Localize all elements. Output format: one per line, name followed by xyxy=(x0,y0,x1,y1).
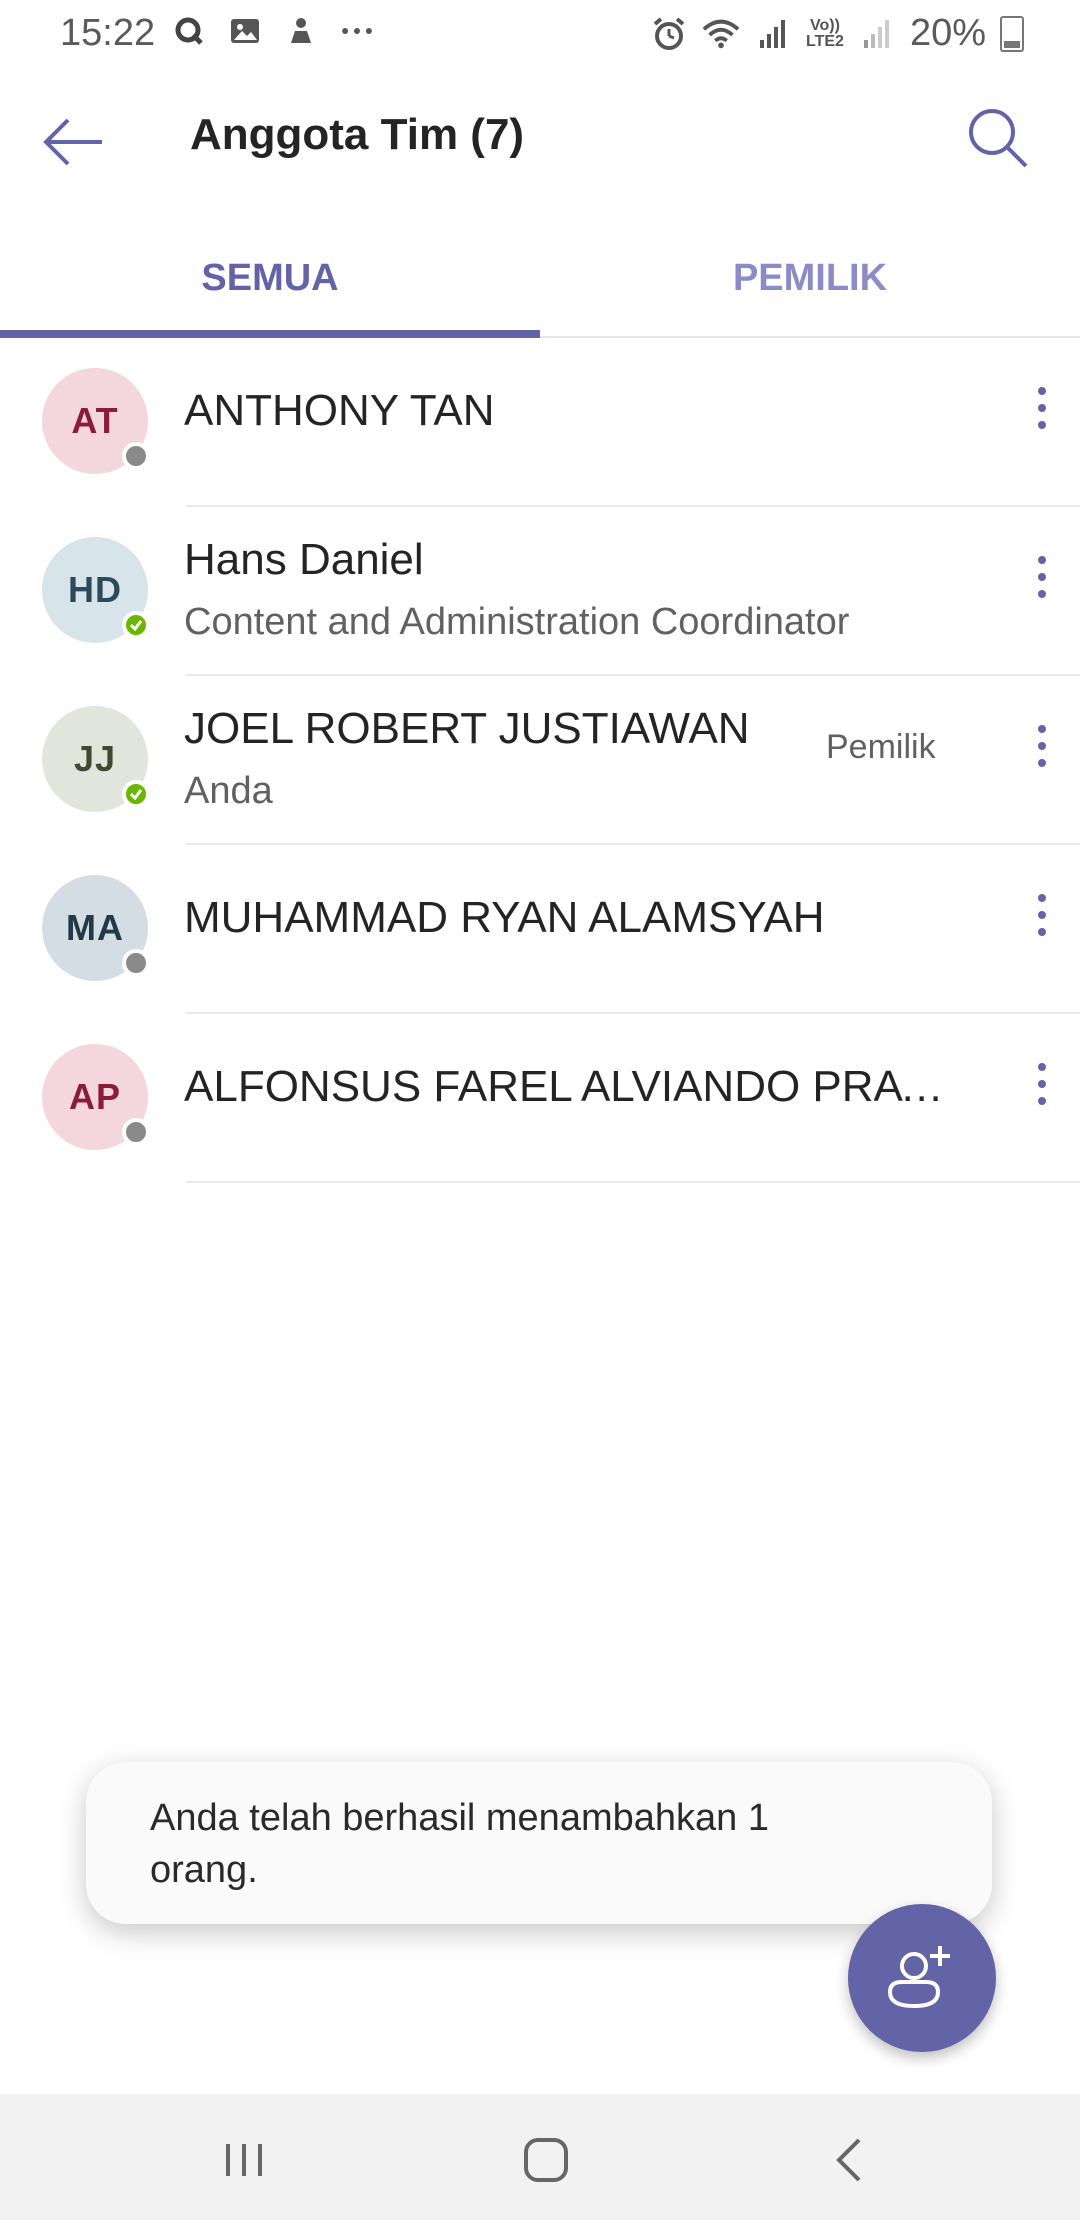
search-icon xyxy=(969,109,1028,168)
gallery-icon xyxy=(228,14,262,48)
presence-available-indicator xyxy=(122,611,150,639)
member-list: AT ANTHONY TAN HD Hans Daniel Content an… xyxy=(0,338,1080,1183)
chevron-left-icon xyxy=(836,2138,861,2182)
more-options-button[interactable] xyxy=(1020,1044,1064,1124)
more-notifications-icon xyxy=(340,14,374,48)
more-vertical-icon-dot xyxy=(1038,421,1046,429)
more-vertical-icon-dot xyxy=(1038,404,1046,412)
home-button[interactable] xyxy=(508,2122,584,2198)
member-row[interactable]: AT ANTHONY TAN xyxy=(0,338,1080,507)
avatar[interactable]: JJ xyxy=(42,706,150,812)
volte-label: Vo)) xyxy=(810,16,840,34)
wifi-icon xyxy=(702,15,740,53)
member-name: ANTHONY TAN xyxy=(184,386,495,435)
avatar[interactable]: HD xyxy=(42,537,150,643)
more-options-button[interactable] xyxy=(1020,706,1064,786)
more-vertical-icon-dot xyxy=(1038,928,1046,936)
member-you-label: Anda xyxy=(184,770,273,812)
battery-level xyxy=(1004,41,1020,48)
toast-message: Anda telah berhasil menambahkan 1 orang. xyxy=(86,1762,992,1924)
lte-label: LTE2 xyxy=(806,32,844,50)
more-options-button[interactable] xyxy=(1020,537,1064,617)
recents-icon xyxy=(226,2144,262,2176)
presence-available-indicator xyxy=(122,780,150,808)
more-vertical-icon-dot xyxy=(1038,742,1046,750)
add-member-button[interactable] xyxy=(848,1904,996,2052)
avatar-initials: AT xyxy=(71,400,119,441)
signal-icon xyxy=(754,15,792,53)
notification-app-icon xyxy=(284,14,318,48)
alarm-icon xyxy=(650,15,688,53)
avatar[interactable]: AT xyxy=(42,368,150,474)
checkmark-icon xyxy=(129,620,143,632)
tab-bar: SEMUA PEMILIK xyxy=(0,222,1080,338)
battery-icon xyxy=(1000,15,1024,52)
tab-all[interactable]: SEMUA xyxy=(0,222,540,334)
more-vertical-icon-dot xyxy=(1038,911,1046,919)
q-app-icon xyxy=(172,14,206,48)
member-row[interactable]: JJ JOEL ROBERT JUSTIAWAN Pemilik Anda xyxy=(0,676,1080,845)
active-tab-indicator xyxy=(0,330,540,338)
more-vertical-icon xyxy=(1038,894,1046,902)
avatar[interactable]: MA xyxy=(42,875,150,981)
system-nav-bar xyxy=(0,2094,1080,2220)
app-header: Anggota Tim (7) xyxy=(0,66,1080,206)
more-vertical-icon-dot xyxy=(1038,573,1046,581)
member-row[interactable]: MA MUHAMMAD RYAN ALAMSYAH xyxy=(0,845,1080,1014)
signal-weak-icon xyxy=(858,15,896,53)
member-row[interactable]: AP ALFONSUS FAREL ALVIANDO PRAT... xyxy=(0,1014,1080,1183)
presence-offline-indicator xyxy=(122,1118,150,1146)
status-left-icons xyxy=(172,14,374,48)
more-vertical-icon xyxy=(1038,725,1046,733)
recent-apps-button[interactable] xyxy=(206,2122,282,2198)
page-title: Anggota Tim (7) xyxy=(190,110,525,159)
toast-line-2: orang. xyxy=(150,1849,258,1891)
more-vertical-icon-dot xyxy=(1038,1080,1046,1088)
back-button[interactable] xyxy=(36,104,112,180)
system-back-button[interactable] xyxy=(810,2122,886,2198)
presence-offline-indicator xyxy=(122,442,150,470)
status-bar: 15:22 Vo)) LTE2 20% xyxy=(0,0,1080,66)
checkmark-icon xyxy=(129,789,143,801)
divider xyxy=(186,1181,1080,1183)
status-time: 15:22 xyxy=(60,12,156,54)
member-row[interactable]: HD Hans Daniel Content and Administratio… xyxy=(0,507,1080,676)
volte-lte-indicator: Vo)) LTE2 xyxy=(806,16,844,50)
more-vertical-icon xyxy=(1038,1063,1046,1071)
avatar-initials: JJ xyxy=(73,738,117,779)
more-vertical-icon-dot xyxy=(1038,590,1046,598)
member-name: MUHAMMAD RYAN ALAMSYAH xyxy=(184,893,825,942)
more-vertical-icon-dot xyxy=(1038,1097,1046,1105)
presence-offline-indicator xyxy=(122,949,150,977)
more-vertical-icon xyxy=(1038,387,1046,395)
member-name: ALFONSUS FAREL ALVIANDO PRAT... xyxy=(184,1062,944,1111)
avatar[interactable]: AP xyxy=(42,1044,150,1150)
add-person-icon xyxy=(887,1946,950,2009)
more-vertical-icon xyxy=(1038,556,1046,564)
toast-line-1: Anda telah berhasil menambahkan 1 xyxy=(150,1797,769,1839)
status-right-icons: Vo)) LTE2 20% xyxy=(650,12,1024,55)
search-button[interactable] xyxy=(960,100,1036,176)
tab-owners[interactable]: PEMILIK xyxy=(540,222,1080,334)
more-options-button[interactable] xyxy=(1020,368,1064,448)
avatar-initials: AP xyxy=(68,1076,121,1117)
arrow-left-icon xyxy=(43,118,102,166)
more-vertical-icon-dot xyxy=(1038,759,1046,767)
member-name: JOEL ROBERT JUSTIAWAN xyxy=(184,704,750,753)
member-name: Hans Daniel xyxy=(184,535,424,584)
home-icon xyxy=(524,2138,568,2182)
member-job-title: Content and Administration Coordinator xyxy=(184,601,850,643)
avatar-initials: MA xyxy=(66,907,124,948)
battery-percent: 20% xyxy=(909,12,986,54)
owner-badge: Pemilik xyxy=(826,728,936,766)
more-options-button[interactable] xyxy=(1020,875,1064,955)
avatar-initials: HD xyxy=(68,569,122,610)
